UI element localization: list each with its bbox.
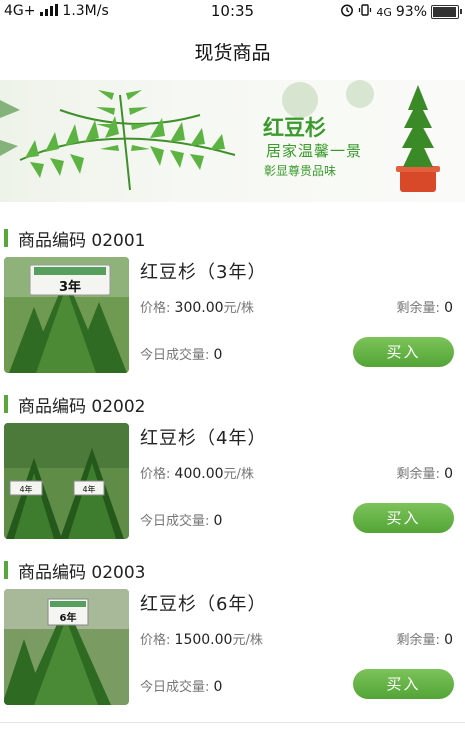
product-name: 红豆杉（3年） [140,262,267,283]
remaining-value: 0 [444,632,453,648]
network-type: 4G [376,5,392,19]
remaining-value: 0 [444,466,453,482]
plant-tag-text: 4年 [82,484,95,494]
status-bar: 4G+ 1.3M/s 10:35 4G 93% [0,0,465,24]
product-image[interactable]: 4年 4年 [4,423,129,539]
product-name: 红豆杉（4年） [140,428,267,449]
price-value: 400.00 [174,466,224,482]
banner-tagline: 彰显尊贵品味 [264,164,337,178]
product-price: 价格: 400.00元/株 [140,466,254,482]
vibrate-icon [358,3,372,21]
buy-button[interactable]: 买入 [353,503,454,533]
volume-value: 0 [213,513,223,529]
product-code-label: 商品编码 02002 [18,396,146,417]
product-today-volume: 今日成交量: 0 [140,347,223,363]
remaining-value: 0 [444,300,453,316]
product-remaining: 剩余量: 0 [396,632,453,648]
product-code-header: 商品编码 02003 [4,560,146,583]
promo-banner[interactable] [0,80,465,202]
price-value: 1500.00 [174,632,233,648]
bottom-divider [0,722,465,723]
product-image[interactable]: 6年 [4,589,129,705]
banner-title: 红豆杉 [263,116,326,140]
battery-percent: 93% [395,4,427,20]
volume-value: 0 [213,347,223,363]
product-code-label: 商品编码 02003 [18,562,146,583]
plant-tag-text: 4年 [19,484,32,494]
plant-tag-text: 3年 [59,279,81,295]
page-title: 现货商品 [194,42,271,64]
banner-tree-image [0,80,440,192]
product-price: 价格: 300.00元/株 [140,300,254,316]
plant-tag-text: 6年 [60,611,77,624]
status-right: 4G 93% [340,3,462,21]
price-value: 300.00 [174,300,224,316]
buy-button[interactable]: 买入 [353,337,454,367]
product-image[interactable]: 3年 [4,257,129,373]
product-remaining: 剩余量: 0 [396,300,453,316]
product-remaining: 剩余量: 0 [396,466,453,482]
alarm-icon [340,3,354,21]
section-accent-bar [4,561,8,579]
product-name: 红豆杉（6年） [140,594,267,615]
product-price: 价格: 1500.00元/株 [140,632,263,648]
buy-button[interactable]: 买入 [353,669,454,699]
volume-value: 0 [213,679,223,695]
battery-icon [431,5,462,19]
product-code-header: 商品编码 02002 [4,394,146,417]
product-code-label: 商品编码 02001 [18,230,146,251]
section-accent-bar [4,395,8,413]
product-today-volume: 今日成交量: 0 [140,679,223,695]
product-code-header: 商品编码 02001 [4,228,146,251]
section-accent-bar [4,229,8,247]
banner-subtitle: 居家温馨一景 [266,142,363,160]
product-today-volume: 今日成交量: 0 [140,513,223,529]
